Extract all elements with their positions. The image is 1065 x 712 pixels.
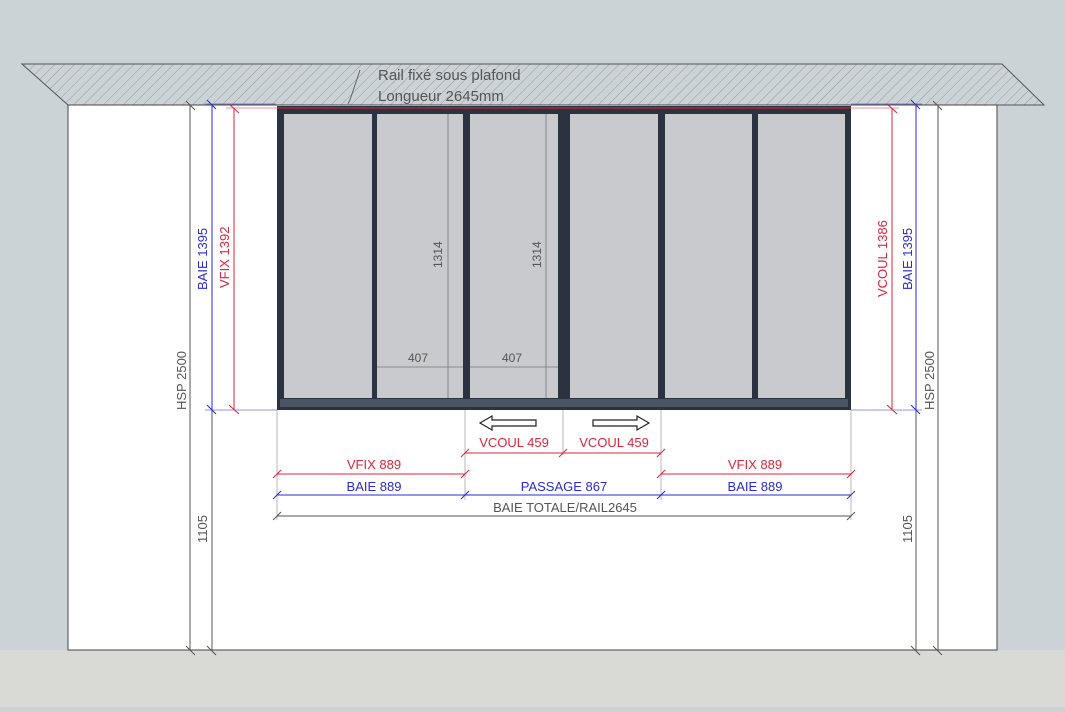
glass-pane-1 <box>284 114 372 398</box>
ceiling-slab <box>20 63 1046 106</box>
glass-partition <box>277 106 851 410</box>
width-407-a: 407 <box>408 351 428 365</box>
elevation-drawing: Rail fixé sous plafond Longueur 2645mm 1… <box>0 0 1065 707</box>
height-1314-b: 1314 <box>530 241 544 268</box>
right-sill-label: 1105 <box>900 515 915 543</box>
drawing-canvas: Rail fixé sous plafond Longueur 2645mm 1… <box>0 63 1065 707</box>
rail-label-line1: Rail fixé sous plafond <box>378 67 521 84</box>
left-sill-label: 1105 <box>195 515 210 543</box>
glass-pane-4 <box>570 114 658 398</box>
glass-pane-5 <box>665 114 752 398</box>
left-vfix-label: VFIX 1392 <box>217 227 232 288</box>
rail-label-line2: Longueur 2645mm <box>378 88 504 105</box>
right-vcoul-label: VCOUL 1386 <box>875 220 890 297</box>
vfix-right-label: VFIX 889 <box>728 457 782 472</box>
vcoul-left-label: VCOUL 459 <box>479 435 549 450</box>
width-407-b: 407 <box>502 351 522 365</box>
baie-left-label: BAIE 889 <box>347 479 402 494</box>
right-baie-label: BAIE 1395 <box>900 228 915 290</box>
vfix-left-label: VFIX 889 <box>347 457 401 472</box>
bottom-rail <box>280 399 848 407</box>
floor <box>0 650 1065 707</box>
passage-label: PASSAGE 867 <box>521 479 607 494</box>
total-label: BAIE TOTALE/RAIL2645 <box>493 500 637 515</box>
baie-right-label: BAIE 889 <box>728 479 783 494</box>
vcoul-right-label: VCOUL 459 <box>579 435 649 450</box>
glass-pane-6 <box>758 114 845 398</box>
right-hsp-label: HSP 2500 <box>922 351 937 410</box>
left-baie-label: BAIE 1395 <box>195 228 210 290</box>
left-hsp-label: HSP 2500 <box>174 351 189 410</box>
height-1314-a: 1314 <box>431 241 445 268</box>
